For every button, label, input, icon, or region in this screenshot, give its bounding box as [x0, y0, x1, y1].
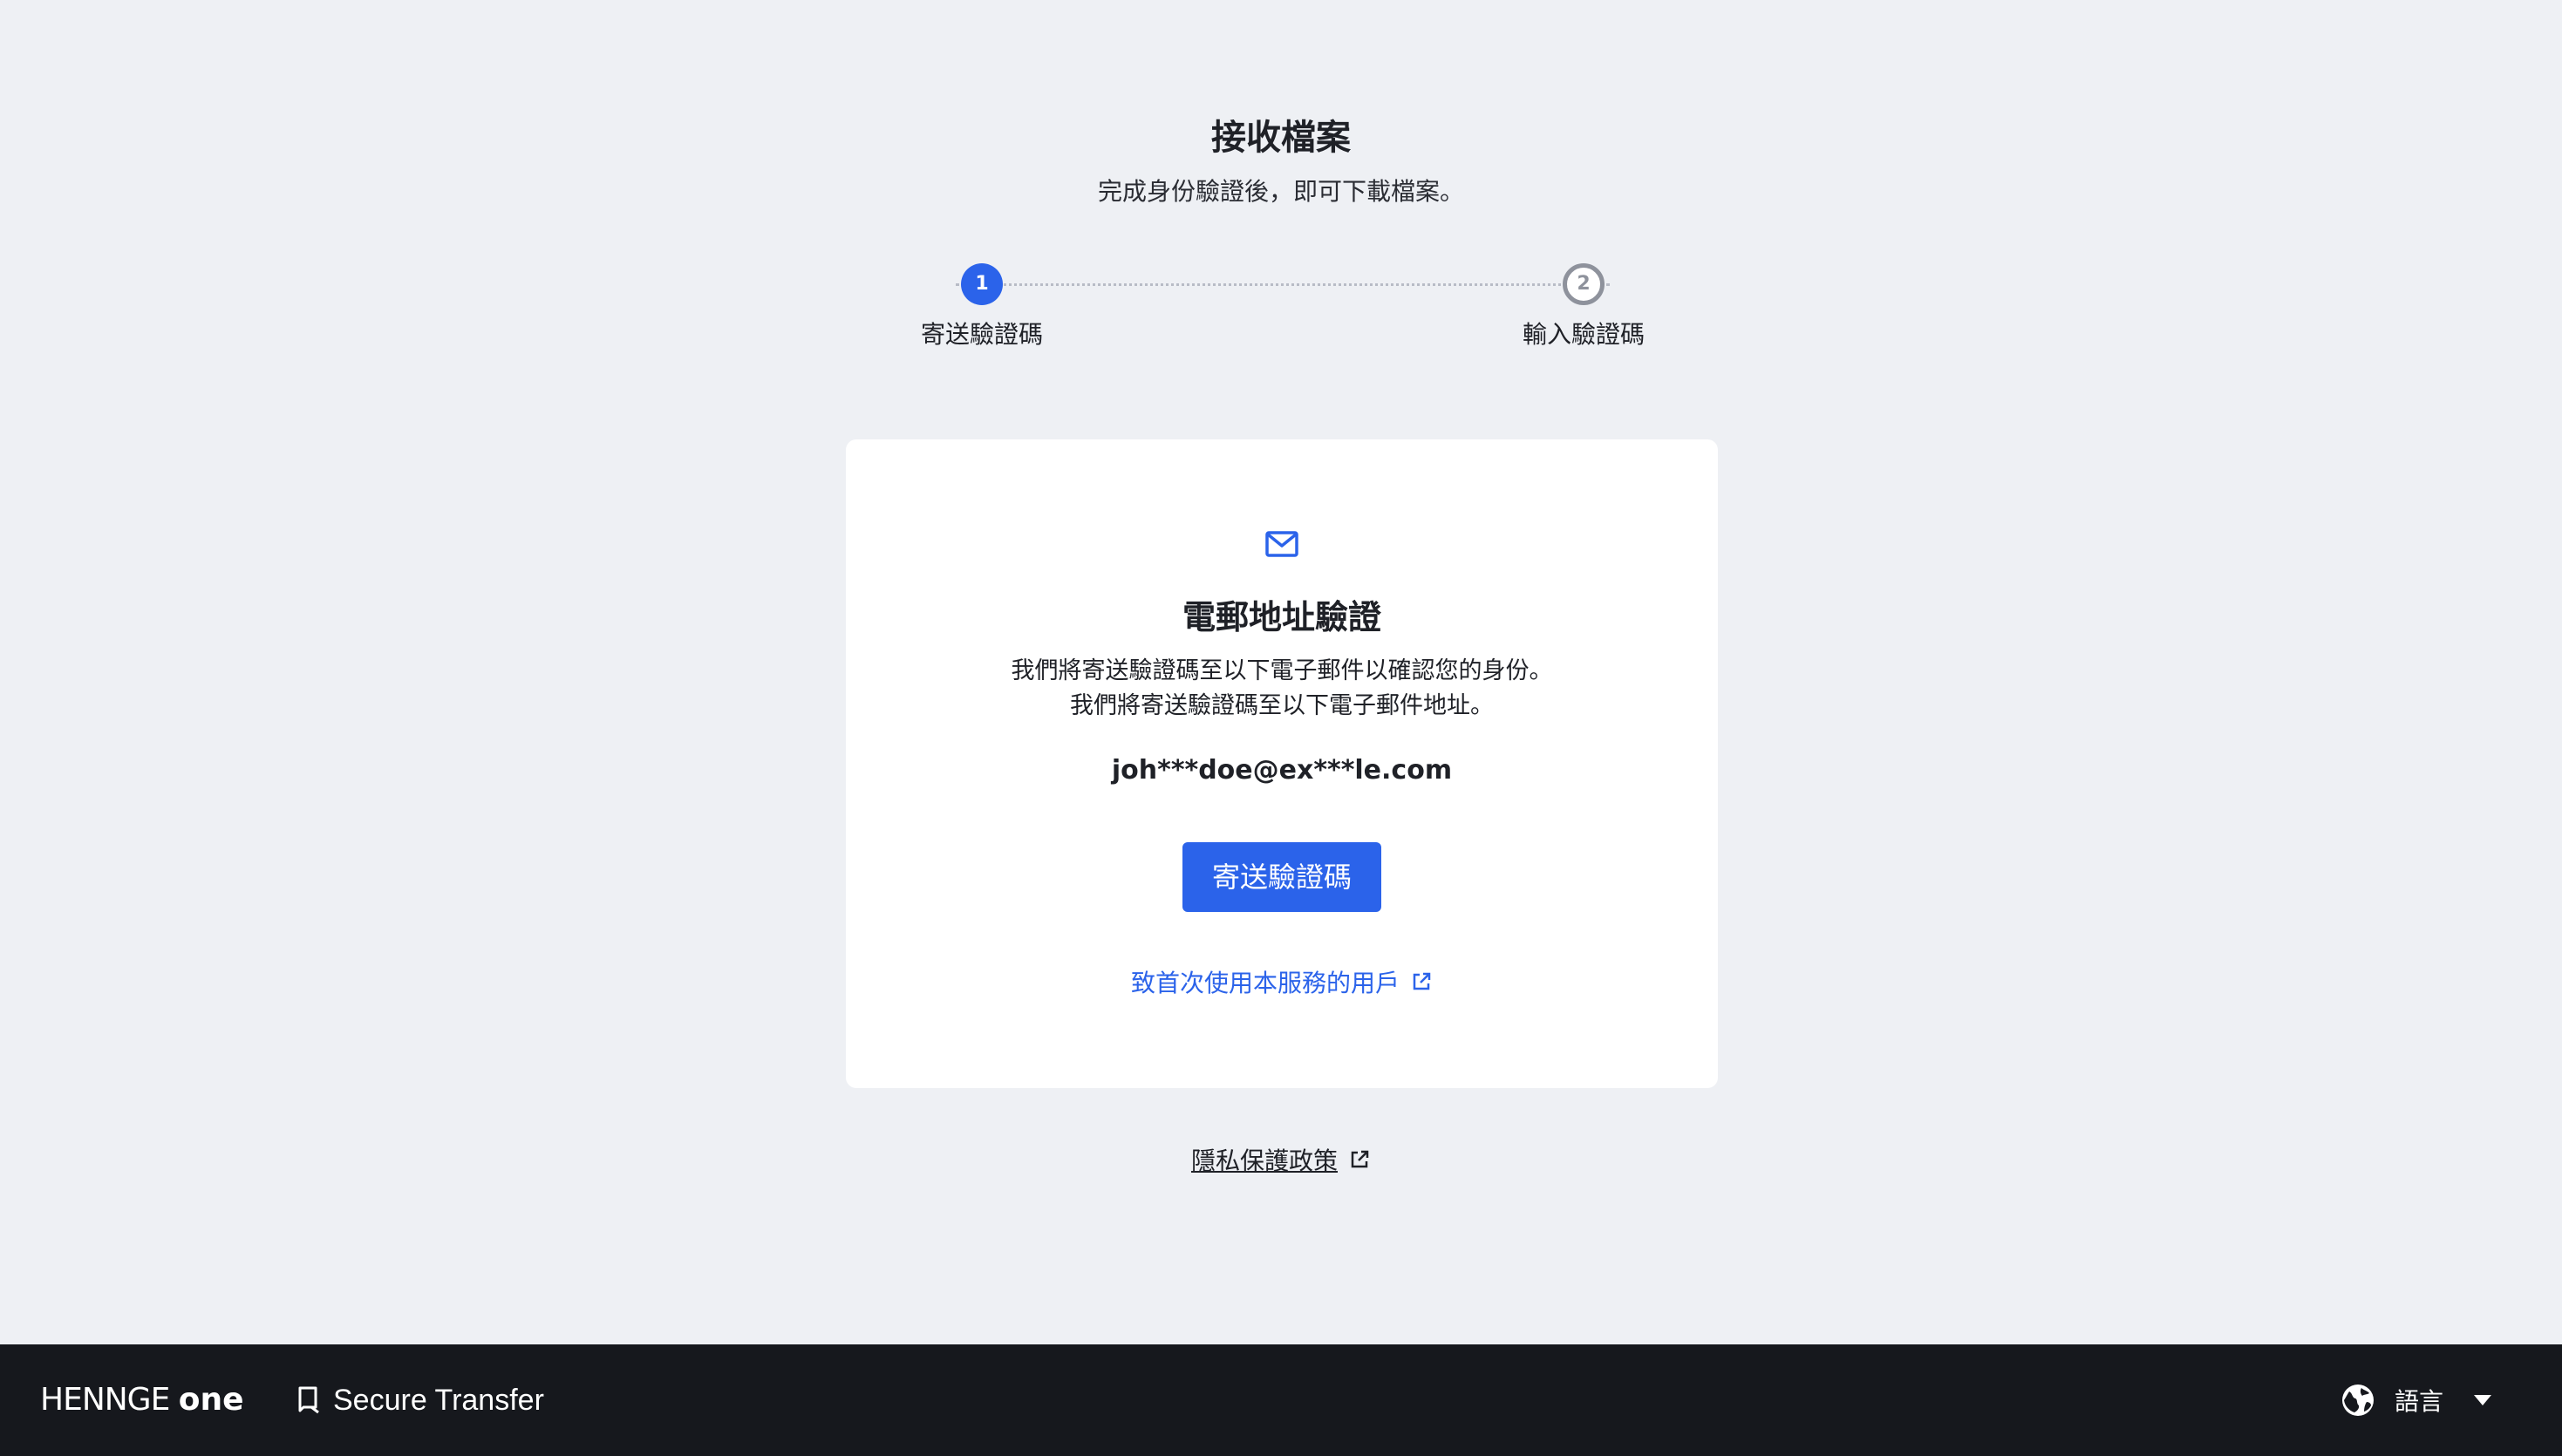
first-time-user-link-label: 致首次使用本服務的用戶	[1130, 969, 1400, 997]
email-verification-card: 電郵地址驗證 我們將寄送驗證碼至以下電子郵件以確認您的身份。 我們將寄送驗證碼至…	[846, 439, 1718, 1088]
language-label: 語言	[2394, 1387, 2443, 1416]
mail-icon	[1265, 531, 1298, 557]
card-description-line-1: 我們將寄送驗證碼至以下電子郵件以確認您的身份。	[1011, 657, 1553, 684]
secure-transfer-icon	[298, 1386, 319, 1414]
footer-bar: HENNGE one Secure Transfer 語言	[0, 1344, 2562, 1456]
card-title: 電郵地址驗證	[1182, 598, 1381, 636]
step-1-label: 寄送驗證碼	[920, 320, 1043, 349]
external-link-icon	[1413, 972, 1431, 990]
product-label: Secure Transfer	[296, 1379, 544, 1421]
send-code-button[interactable]: 寄送驗證碼	[1182, 842, 1381, 912]
stepper: 1 寄送驗證碼 2 輸入驗證碼	[895, 263, 1671, 359]
external-link-icon	[1351, 1150, 1369, 1168]
step-2-label: 輸入驗證碼	[1522, 320, 1645, 349]
globe-icon	[2341, 1385, 2374, 1416]
step-send-code: 1 寄送驗證碼	[895, 263, 1069, 352]
product-name: Secure Transfer	[333, 1383, 544, 1417]
step-1-indicator: 1	[961, 263, 1003, 305]
language-selector[interactable]: 語言	[2341, 1379, 2492, 1421]
page-subtitle: 完成身份驗證後，即可下載檔案。	[1097, 177, 1464, 206]
page-title: 接收檔案	[1211, 118, 1351, 158]
first-time-user-link[interactable]: 致首次使用本服務的用戶	[846, 966, 1718, 1001]
step-2-indicator: 2	[1563, 263, 1605, 305]
step-enter-code: 2 輸入驗證碼	[1496, 263, 1671, 352]
card-description-line-2: 我們將寄送驗證碼至以下電子郵件地址。	[1070, 692, 1494, 719]
main-content: 接收檔案 完成身份驗證後，即可下載檔案。 1 寄送驗證碼 2 輸入驗證碼 電郵地…	[0, 0, 2562, 1344]
privacy-policy-link-label: 隱私保護政策	[1190, 1146, 1338, 1175]
masked-email: joh***doe@ex***le.com	[1111, 755, 1453, 786]
privacy-policy-link[interactable]: 隱私保護政策	[0, 1144, 2562, 1179]
henngeone-logo: HENNGE one	[40, 1382, 244, 1418]
caret-down-icon	[2474, 1395, 2491, 1405]
